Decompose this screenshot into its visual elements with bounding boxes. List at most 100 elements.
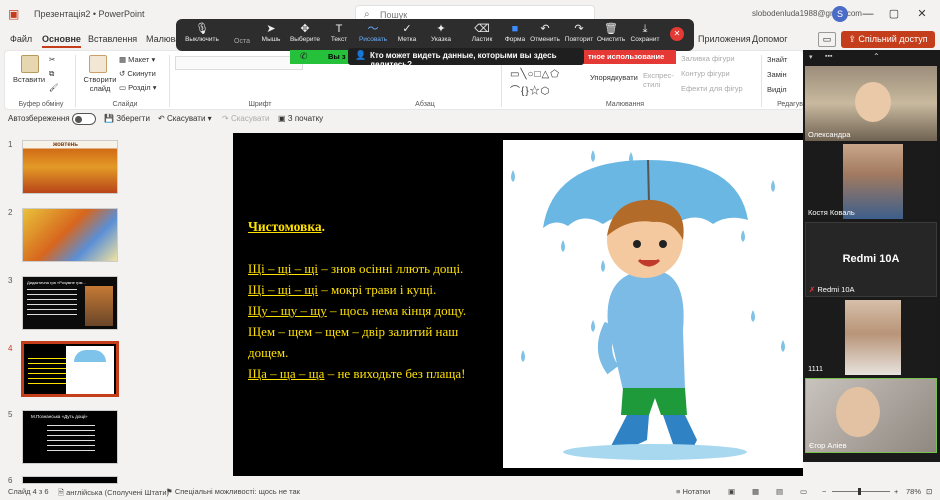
privacy-question-banner[interactable]: 👤 Кто может видеть данные, которыми вы з… <box>348 48 584 69</box>
tab-insert[interactable]: Вставлення <box>88 34 137 44</box>
people-icon: 👤 <box>355 50 367 60</box>
slideshow-icon[interactable]: ▭ <box>800 487 807 496</box>
save-button[interactable]: 💾 Зберегти <box>104 114 150 123</box>
notes-button[interactable]: ≡ Нотатки <box>676 487 710 496</box>
accessibility-indicator[interactable]: ⚑ Спеціальні можливості: щось не так <box>166 487 300 496</box>
arrange-button[interactable]: Упорядкувати <box>590 73 638 82</box>
reading-view-icon[interactable]: ▤ <box>776 487 783 496</box>
redo-button[interactable]: ↷ Скасувати <box>222 114 269 123</box>
layout-button[interactable]: ▦ Макет ▾ <box>119 55 155 64</box>
annotate-mouse[interactable]: ➤ Мышь <box>252 22 290 43</box>
slide-title-text: Чистомовка <box>248 219 322 234</box>
video-panel-header: ▾ ▪▪▪ ⌃ <box>803 50 940 64</box>
boy-with-umbrella-illustration[interactable] <box>503 140 803 468</box>
shape-fill-button[interactable]: Заливка фігури <box>681 54 735 63</box>
find-button[interactable]: Знайт <box>767 55 787 64</box>
new-slide-button[interactable]: Створити слайд <box>81 75 119 93</box>
collapse-icon[interactable]: ⌃ <box>873 52 880 61</box>
slide-thumbnail-5[interactable]: М.Познанська «Дуть дощі» <box>22 410 118 464</box>
annotate-undo[interactable]: ↶ Отменить <box>526 22 564 43</box>
participant-name: Олександра <box>808 130 851 139</box>
annotate-label: Форма <box>504 36 526 43</box>
slide-canvas[interactable]: Чистомовка. Щі – щі – щі – знов осінні л… <box>233 133 803 476</box>
reset-button[interactable]: ↺ Скинути <box>119 69 156 78</box>
video-tile[interactable]: Костя Коваль <box>805 144 937 219</box>
copy-icon[interactable]: ⧉ <box>49 69 54 79</box>
mute-label: Выключить <box>185 36 219 43</box>
slide-thumbnail-1[interactable]: жовтень <box>22 140 118 194</box>
from-start-button[interactable]: ▣ З початку <box>278 114 323 123</box>
express-styles-button[interactable]: Експрес-стилі <box>643 71 677 89</box>
close-icon[interactable]: ✕ <box>670 27 684 41</box>
minimize-button[interactable]: — <box>858 6 878 22</box>
line-rest: – мокрі трави і кущі. <box>317 282 437 297</box>
maximize-button[interactable]: ▢ <box>884 6 904 22</box>
select-button[interactable]: Виділ <box>767 85 787 94</box>
paste-icon[interactable] <box>21 55 39 73</box>
redo-icon: ↷ <box>222 114 229 123</box>
cut-icon[interactable]: ✂ <box>49 55 55 64</box>
zoom-level[interactable]: 78% <box>906 487 921 496</box>
mute-button[interactable]: 🎙 Выключить <box>180 22 224 43</box>
paste-button[interactable]: Вставити <box>13 75 45 84</box>
shapes-gallery[interactable]: ▭╲○□△⬠ <box>510 69 560 80</box>
accessibility-label: Спеціальні можливості: щось не так <box>174 487 300 496</box>
replace-button[interactable]: Замін <box>767 70 787 79</box>
video-tile[interactable]: Олександра <box>805 66 937 141</box>
fit-slide-icon[interactable]: ⊡ <box>926 487 932 496</box>
new-slide-icon[interactable] <box>89 55 107 73</box>
slide-thumbnail-6[interactable] <box>22 476 118 484</box>
annotate-clear[interactable]: 🗑 Очистить <box>592 22 630 43</box>
annotate-save[interactable]: ⤓ Сохранит <box>626 22 664 43</box>
slide-title[interactable]: Чистомовка. <box>248 219 325 235</box>
video-tile[interactable]: Redmi 10A ✗ Redmi 10A <box>805 222 937 297</box>
annotate-label: Очистить <box>596 36 626 43</box>
tab-home[interactable]: Основне <box>42 34 81 48</box>
language-indicator[interactable]: 🗎 англійська (Сполучені Штати) <box>58 487 169 500</box>
annotate-draw[interactable]: 〜 Рисовать <box>354 22 392 43</box>
shapes-gallery-row2[interactable]: ⌒{}☆⬡ <box>510 82 550 97</box>
normal-view-icon[interactable]: ▣ <box>728 487 735 496</box>
tab-help[interactable]: Допомог <box>752 34 788 44</box>
annotate-stamp[interactable]: ✓ Метка <box>388 22 426 43</box>
participant-center-name: Redmi 10A <box>842 253 900 265</box>
slide-number: 4 <box>8 344 13 353</box>
grid-view-icon[interactable]: ▪▪▪ <box>825 53 832 60</box>
font-name-field[interactable] <box>175 56 303 70</box>
annotate-select[interactable]: ✥ Выберите <box>286 22 324 43</box>
undo-button[interactable]: ↶ Скасувати ▾ <box>158 114 212 123</box>
zoom-in-icon[interactable]: + <box>894 487 898 496</box>
view-options-icon[interactable]: ▾ <box>809 53 813 61</box>
avatar[interactable]: S <box>832 6 848 22</box>
comment-icon[interactable]: ▭ <box>818 32 836 47</box>
autosave-toggle[interactable] <box>72 113 96 125</box>
zoom-out-icon[interactable]: − <box>822 487 826 496</box>
video-participants-panel: ▾ ▪▪▪ ⌃ Олександра Костя Коваль Redmi 10… <box>803 50 940 462</box>
trash-icon: 🗑 <box>604 23 618 35</box>
tongue-twister-line: Щі – щі – щі – мокрі трави і кущі. <box>248 282 436 298</box>
annotate-label: Рисовать <box>358 36 388 43</box>
tab-addins[interactable]: Приложения <box>698 34 751 44</box>
slide-thumbnail-4[interactable] <box>21 341 119 397</box>
share-button[interactable]: ⇪ Спільний доступ <box>841 31 935 48</box>
zoom-slider-thumb[interactable] <box>858 488 861 495</box>
stop-share-partial[interactable]: Оста <box>234 38 250 45</box>
annotate-text[interactable]: T Текст <box>320 22 358 43</box>
format-painter-icon[interactable]: 🖌 <box>49 83 59 92</box>
video-tile[interactable]: 1111 <box>805 300 937 375</box>
tab-file[interactable]: Файл <box>10 34 32 44</box>
slide-thumbnail-3[interactable]: Дидактична гра «Розумне грм... <box>22 276 118 330</box>
annotate-pointer[interactable]: ✦ Указка <box>422 22 460 43</box>
tongue-twister-line: Ща – ща – ща – не виходьте без плаща! <box>248 366 466 382</box>
close-button[interactable]: ✕ <box>912 6 932 22</box>
save-icon: ⤓ <box>642 23 648 35</box>
slide-thumbnail-2[interactable] <box>22 208 118 262</box>
shape-effects-button[interactable]: Ефекти для фігур <box>681 84 743 93</box>
group-clipboard: Буфер обміну <box>18 101 64 108</box>
slide-sorter-icon[interactable]: ▦ <box>752 487 759 496</box>
section-button[interactable]: ▭ Розділ ▾ <box>119 83 156 92</box>
shape-outline-button[interactable]: Контур фігури <box>681 69 730 78</box>
annotate-label: Сохранит <box>630 36 660 43</box>
video-tile[interactable]: Єгор Аліев <box>805 378 937 453</box>
zoom-slider[interactable] <box>832 488 890 495</box>
